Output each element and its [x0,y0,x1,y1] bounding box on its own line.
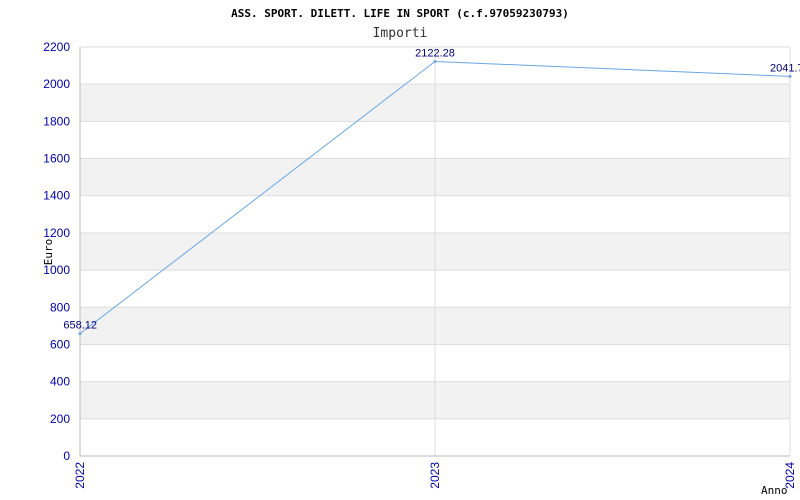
y-tick-label: 200 [50,412,70,426]
x-tick-label: 2023 [428,462,442,489]
y-tick-label: 0 [63,449,70,463]
x-axis-label: Anno [761,484,788,497]
y-tick-label: 800 [50,300,70,314]
x-tick-label: 2022 [73,462,87,489]
y-tick-label: 400 [50,375,70,389]
y-tick-label: 2000 [43,77,70,91]
chart-title: ASS. SPORT. DILETT. LIFE IN SPORT (c.f.9… [231,7,569,20]
y-axis-label: Euro [42,239,55,266]
chart-subtitle: Importi [373,26,428,41]
data-label: 2122.28 [415,47,455,59]
y-tick-label: 1200 [43,226,70,240]
data-label: 658.12 [63,320,97,332]
data-point [78,332,82,336]
data-point [788,74,792,78]
line-chart: 0200400600800100012001400160018002000220… [42,7,800,497]
y-tick-label: 600 [50,337,70,351]
y-tick-label: 1400 [43,189,70,203]
y-tick-label: 1600 [43,152,70,166]
y-tick-label: 1800 [43,114,70,128]
data-label: 2041.7 [770,62,800,74]
data-point [433,59,437,63]
y-tick-label: 2200 [43,40,70,54]
